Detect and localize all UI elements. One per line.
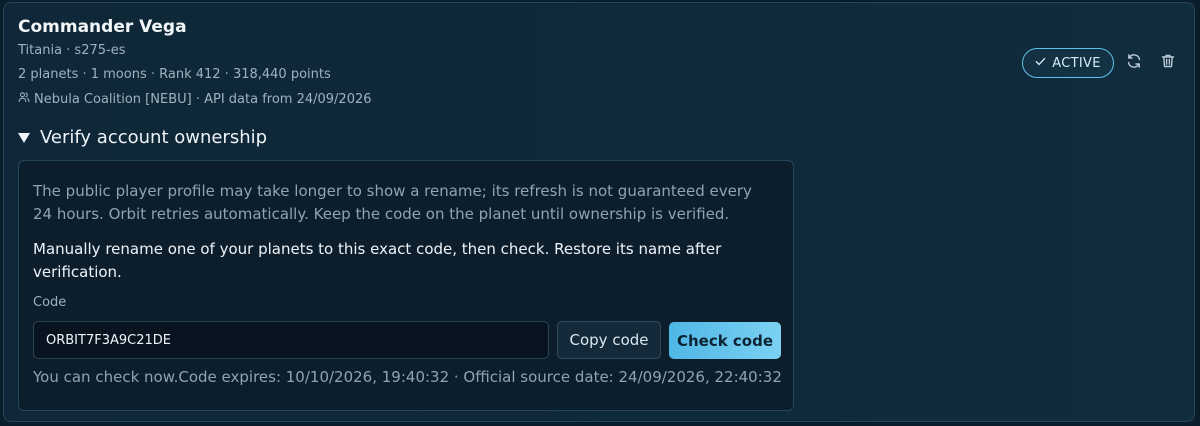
check-code-button[interactable]: Check code <box>669 322 781 359</box>
code-label: Code <box>33 295 67 310</box>
check-icon <box>1035 56 1046 71</box>
verify-heading: Verify account ownership <box>40 127 268 148</box>
status-label: ACTIVE <box>1052 55 1101 71</box>
copy-code-button[interactable]: Copy code <box>557 321 661 359</box>
trash-icon <box>1160 53 1176 73</box>
users-icon <box>18 91 30 107</box>
code-field[interactable] <box>33 321 549 359</box>
alliance-label: Nebula Coalition [NEBU] · API data from … <box>34 91 372 107</box>
refresh-button[interactable] <box>1125 54 1143 72</box>
player-stats: 2 planets · 1 moons · Rank 412 · 318,440… <box>18 67 331 82</box>
disclosure-triangle-icon <box>18 132 30 143</box>
alliance-info: Nebula Coalition [NEBU] · API data from … <box>18 91 372 107</box>
rename-notice: The public player profile may take longe… <box>33 182 752 223</box>
server-info: Titania · s275-es <box>18 43 126 58</box>
refresh-icon <box>1126 53 1142 73</box>
account-card: Commander Vega Titania · s275-es 2 plane… <box>3 2 1195 422</box>
rename-instruction: Manually rename one of your planets to t… <box>33 240 722 281</box>
delete-button[interactable] <box>1159 54 1177 72</box>
player-name: Commander Vega <box>18 17 187 37</box>
status-badge: ACTIVE <box>1022 48 1114 78</box>
verify-ownership-toggle[interactable]: Verify account ownership <box>18 127 267 148</box>
verification-status: You can check now.Code expires: 10/10/20… <box>33 368 782 386</box>
verify-panel: The public player profile may take longe… <box>18 160 794 411</box>
